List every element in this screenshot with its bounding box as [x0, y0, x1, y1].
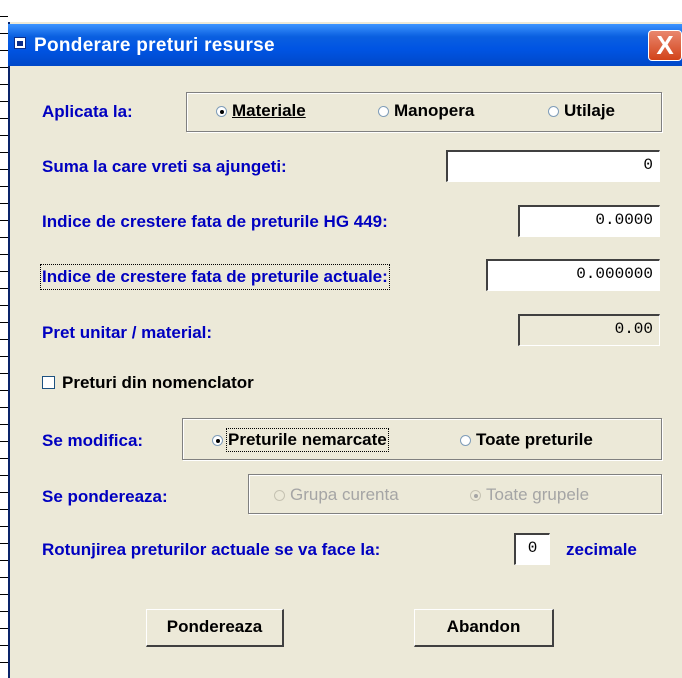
radio-utilaje-dot[interactable] — [548, 105, 559, 117]
suma-input[interactable]: 0 — [446, 150, 660, 182]
radio-manopera-label: Manopera — [394, 101, 475, 120]
radio-manopera-dot[interactable] — [378, 105, 389, 117]
radio-grupa-curenta-dot — [274, 489, 285, 501]
radio-grupa-curenta: Grupa curenta — [274, 485, 399, 505]
rotunjire-label: Rotunjirea preturilor actuale se va face… — [42, 540, 381, 559]
indice-actuale-label: Indice de crestere fata de preturile act… — [40, 264, 390, 290]
aplicata-label: Aplicata la: — [42, 102, 133, 121]
radio-utilaje[interactable]: Utilaje — [548, 101, 615, 121]
radio-toate-preturile-label: Toate preturile — [476, 430, 593, 449]
radio-preturile-nemarcate[interactable]: Preturile nemarcate — [212, 428, 389, 452]
radio-materiale-dot[interactable] — [216, 105, 227, 117]
window-title: Ponderare preturi resurse — [34, 35, 275, 56]
pret-unitar-label: Pret unitar / material: — [42, 323, 213, 342]
radio-manopera[interactable]: Manopera — [378, 101, 474, 121]
se-modifica-label: Se modifica: — [42, 431, 144, 450]
window-icon[interactable] — [14, 37, 26, 49]
zecimale-label: zecimale — [566, 540, 637, 559]
radio-nemarcate-dot[interactable] — [212, 434, 223, 446]
nomenclator-label[interactable]: Preturi din nomenclator — [62, 372, 254, 394]
radio-toate-preturile-dot[interactable] — [460, 434, 471, 446]
indice-hg-label: Indice de crestere fata de preturile HG … — [42, 212, 388, 231]
pret-unitar-field: 0.00 — [518, 314, 660, 346]
radio-nemarcate-label: Preturile nemarcate — [226, 428, 389, 452]
radio-toate-grupele: Toate grupele — [470, 485, 589, 505]
rotunjire-input[interactable]: 0 — [514, 533, 550, 565]
radio-materiale-label: Materiale — [232, 101, 306, 120]
radio-utilaje-label: Utilaje — [564, 101, 616, 120]
indice-hg-input[interactable]: 0.0000 — [518, 205, 660, 237]
suma-label: Suma la care vreti sa ajungeti: — [42, 157, 287, 176]
radio-toate-grupele-label: Toate grupele — [486, 485, 590, 504]
radio-materiale[interactable]: Materiale — [216, 101, 306, 121]
radio-grupa-curenta-label: Grupa curenta — [290, 485, 399, 504]
radio-toate-preturile[interactable]: Toate preturile — [460, 430, 593, 450]
background-edge — [0, 0, 8, 678]
radio-toate-grupele-dot — [470, 489, 481, 501]
pondereaza-button[interactable]: Pondereaza — [146, 609, 284, 647]
indice-actuale-input[interactable]: 0.000000 — [486, 259, 660, 291]
nomenclator-checkbox[interactable] — [42, 376, 55, 389]
close-button[interactable]: X — [648, 30, 682, 61]
abandon-button[interactable]: Abandon — [414, 609, 554, 647]
se-pondereaza-label: Se pondereaza: — [42, 487, 168, 506]
